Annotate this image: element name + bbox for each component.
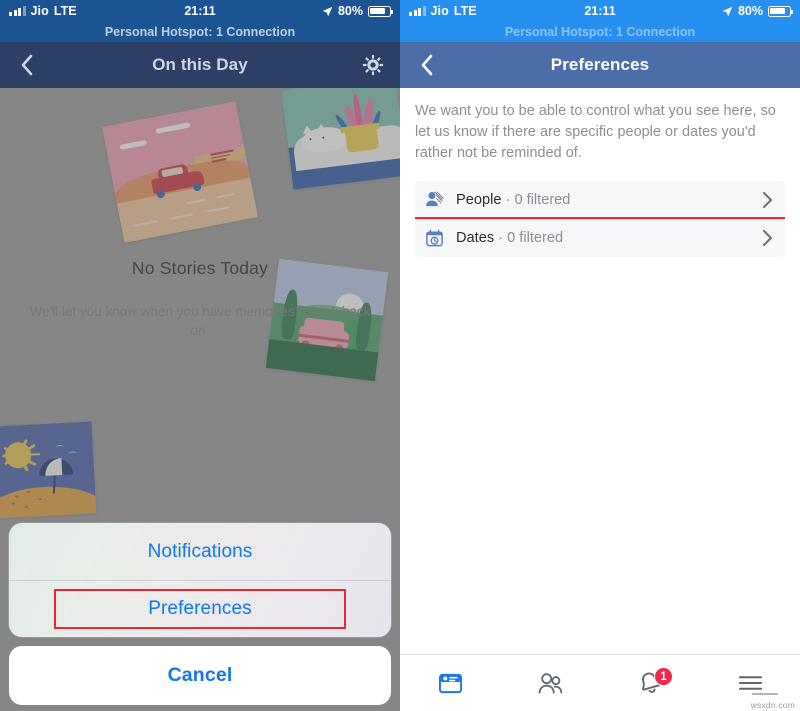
- tab-news-feed[interactable]: [400, 655, 500, 711]
- battery-icon: [368, 5, 393, 17]
- status-bar-right-group: 80%: [322, 4, 393, 18]
- chevron-right-icon: [762, 191, 773, 208]
- preferences-row-list: People · 0 filtered Dates · 0 filtered: [415, 180, 785, 257]
- settings-button[interactable]: [360, 52, 386, 78]
- dual-screenshot: Jio LTE 21:11 80% Personal Hotspot: 1 Co…: [0, 0, 800, 711]
- action-sheet: Notifications Preferences Cancel: [9, 523, 391, 705]
- people-filter-icon: [424, 189, 445, 210]
- nav-bar-right: Preferences: [400, 42, 800, 88]
- preferences-row-value: 0 filtered: [514, 191, 571, 208]
- action-sheet-item-notifications[interactable]: Notifications: [9, 523, 391, 580]
- tab-notifications[interactable]: 1: [600, 655, 700, 711]
- hotspot-banner-left: Personal Hotspot: 1 Connection: [0, 22, 400, 42]
- carrier-label: Jio: [430, 4, 449, 18]
- cancel-button[interactable]: Cancel: [9, 646, 391, 705]
- hotspot-banner-right: Personal Hotspot: 1 Connection: [400, 22, 800, 42]
- right-phone-screen: Jio LTE 21:11 80% Personal Hotspot: 1 Co…: [400, 0, 800, 711]
- preferences-row-people[interactable]: People · 0 filtered: [415, 180, 785, 219]
- back-button-right[interactable]: [414, 52, 440, 78]
- network-label: LTE: [453, 4, 477, 18]
- signal-bars-icon: [409, 6, 426, 16]
- carrier-label: Jio: [30, 4, 49, 18]
- battery-icon: [768, 5, 793, 17]
- network-label: LTE: [53, 4, 77, 18]
- tab-bar: 1 wsxdn.com: [400, 654, 800, 711]
- status-bar-left: Jio LTE 21:11 80%: [0, 0, 400, 22]
- cancel-button-label: Cancel: [167, 664, 233, 686]
- signal-bars-icon: [9, 6, 26, 16]
- hamburger-menu-icon: [738, 676, 762, 690]
- action-sheet-item-preferences[interactable]: Preferences: [9, 580, 391, 637]
- preferences-body: We want you to be able to control what y…: [400, 88, 800, 654]
- action-sheet-item-label: Preferences: [148, 598, 252, 619]
- action-sheet-item-label: Notifications: [147, 540, 253, 562]
- location-arrow-icon: [722, 6, 733, 16]
- calendar-clock-icon: [424, 228, 445, 249]
- news-feed-icon: [438, 673, 462, 693]
- status-bar-right-group: 80%: [722, 4, 793, 18]
- preferences-intro-text: We want you to be able to control what y…: [415, 103, 776, 161]
- chevron-left-icon: [21, 54, 33, 76]
- preferences-row-value: 0 filtered: [507, 230, 564, 247]
- back-button-left[interactable]: [14, 52, 40, 78]
- preferences-row-label: People · 0 filtered: [456, 192, 751, 208]
- chevron-left-icon: [421, 54, 433, 76]
- action-sheet-options: Notifications Preferences: [9, 523, 391, 637]
- location-arrow-icon: [322, 6, 333, 16]
- notification-badge: 1: [654, 667, 673, 686]
- chevron-right-icon: [762, 230, 773, 247]
- preferences-row-title: People: [456, 191, 502, 208]
- preferences-row-dates[interactable]: Dates · 0 filtered: [415, 216, 785, 257]
- page-title-left: On this Day: [152, 55, 248, 74]
- watermark: wsxdn.com: [750, 700, 795, 710]
- page-title-right: Preferences: [550, 55, 650, 74]
- watermark-dash: [752, 693, 778, 695]
- preferences-row-title: Dates: [456, 230, 495, 247]
- status-bar-left-group: Jio LTE: [9, 4, 77, 18]
- preferences-row-separator: ·: [494, 230, 508, 247]
- status-bar-left-group: Jio LTE: [409, 4, 477, 18]
- preferences-row-label: Dates · 0 filtered: [456, 230, 751, 246]
- preferences-row-separator: ·: [501, 191, 515, 208]
- nav-bar-left: On this Day: [0, 42, 400, 88]
- tab-friends[interactable]: [500, 655, 600, 711]
- left-phone-screen: Jio LTE 21:11 80% Personal Hotspot: 1 Co…: [0, 0, 400, 711]
- status-bar-right: Jio LTE 21:11 80%: [400, 0, 800, 22]
- friends-icon: [538, 672, 562, 694]
- gear-icon: [362, 54, 384, 76]
- battery-percent-label: 80%: [337, 4, 363, 18]
- battery-percent-label: 80%: [737, 4, 763, 18]
